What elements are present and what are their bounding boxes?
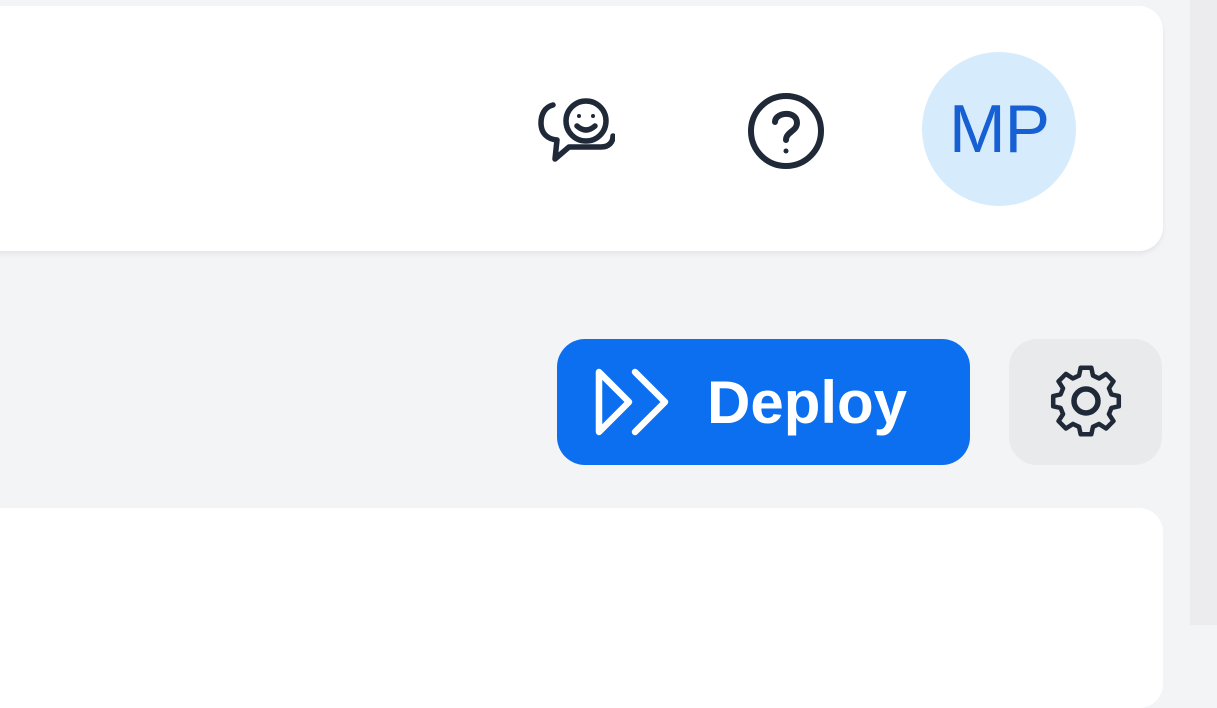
help-circle-icon bbox=[745, 90, 827, 175]
deploy-label: Deploy bbox=[707, 368, 908, 436]
user-avatar[interactable]: MP bbox=[922, 52, 1076, 206]
feedback-chat-smile-icon bbox=[531, 87, 616, 174]
gear-icon bbox=[1046, 361, 1126, 444]
content-panel bbox=[0, 508, 1163, 708]
double-chevron-play-icon bbox=[593, 366, 673, 438]
right-gutter bbox=[1190, 0, 1217, 625]
settings-button[interactable] bbox=[1009, 339, 1162, 465]
avatar-initials: MP bbox=[949, 91, 1050, 167]
feedback-button[interactable] bbox=[525, 85, 620, 175]
deploy-button[interactable]: Deploy bbox=[557, 339, 970, 465]
help-button[interactable] bbox=[740, 88, 832, 176]
